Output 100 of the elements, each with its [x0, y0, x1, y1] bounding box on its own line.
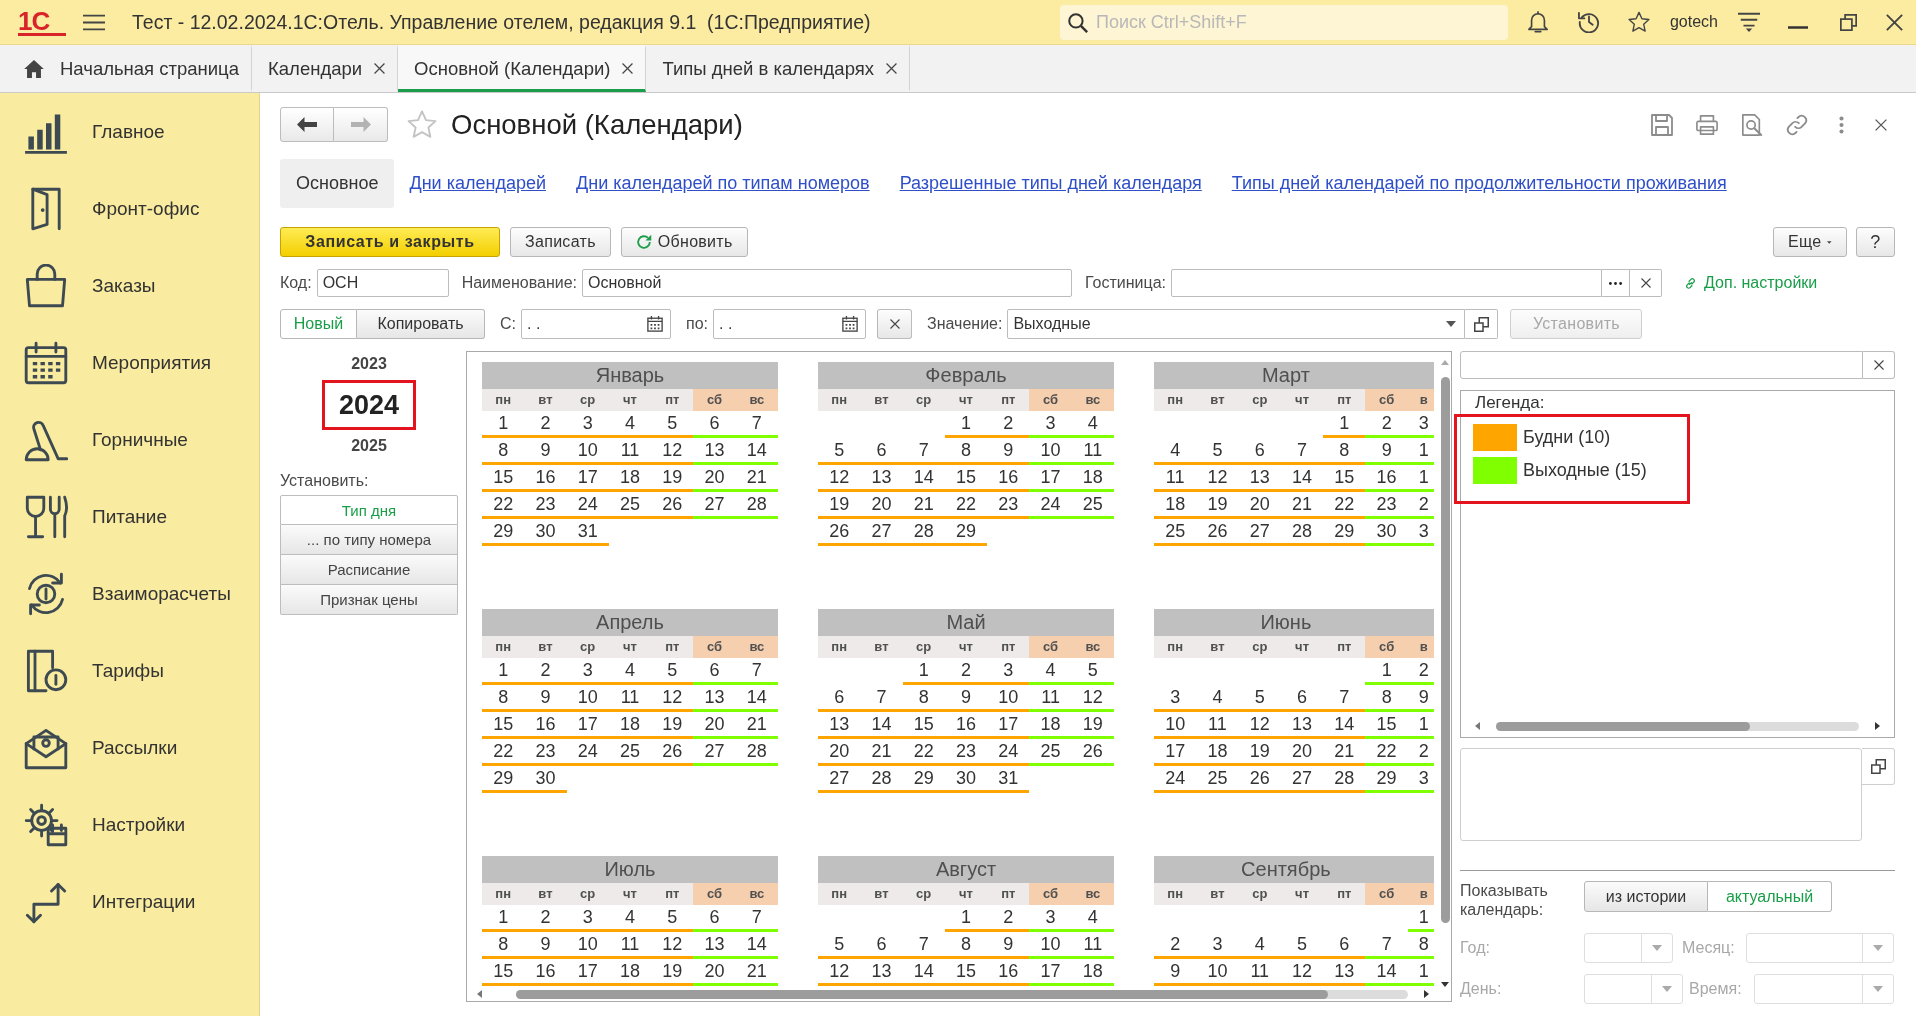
- day-cell[interactable]: 16: [987, 465, 1030, 492]
- day-cell[interactable]: 10: [1029, 438, 1072, 465]
- day-cell[interactable]: 20: [693, 465, 736, 492]
- more-icon[interactable]: [1839, 115, 1844, 134]
- choice-field[interactable]: [1171, 269, 1603, 297]
- day-cell[interactable]: 1: [1323, 411, 1366, 438]
- more-button[interactable]: Еще: [1773, 227, 1847, 257]
- clear-button[interactable]: [877, 309, 912, 339]
- day-cell[interactable]: 15: [944, 959, 988, 986]
- day-cell[interactable]: 28: [735, 492, 778, 519]
- day-cell[interactable]: 20: [693, 959, 736, 986]
- day-cell[interactable]: 25: [608, 739, 652, 766]
- day-cell[interactable]: 20: [1280, 739, 1324, 766]
- day-cell[interactable]: 22: [1323, 492, 1366, 519]
- date-field[interactable]: . .: [521, 309, 671, 339]
- day-cell[interactable]: 13: [693, 438, 736, 465]
- day-cell[interactable]: 18: [608, 959, 652, 986]
- day-cell[interactable]: 3: [987, 658, 1030, 685]
- options-menu-icon[interactable]: [1738, 11, 1760, 33]
- day-cell[interactable]: 1: [482, 658, 525, 685]
- day-cell[interactable]: 9: [524, 685, 567, 712]
- search-field[interactable]: Поиск Ctrl+Shift+F: [1059, 4, 1508, 40]
- sidebar-item[interactable]: Горничные: [0, 401, 259, 478]
- day-cell[interactable]: 24: [566, 739, 609, 766]
- set-button[interactable]: Признак цены: [280, 585, 458, 615]
- day-cell[interactable]: 12: [651, 438, 694, 465]
- day-cell[interactable]: 3: [566, 411, 609, 438]
- day-cell[interactable]: 2: [524, 411, 567, 438]
- day-cell[interactable]: 25: [1029, 739, 1072, 766]
- day-cell[interactable]: 13: [1323, 959, 1366, 986]
- sidebar-item[interactable]: Питание: [0, 478, 259, 555]
- day-cell[interactable]: 20: [1238, 492, 1281, 519]
- day-cell[interactable]: 17: [1029, 465, 1072, 492]
- day-cell[interactable]: 2: [944, 658, 988, 685]
- close-icon[interactable]: [622, 63, 634, 74]
- day-cell[interactable]: 10: [566, 932, 609, 959]
- day-cell[interactable]: 27: [693, 492, 736, 519]
- day-cell[interactable]: 3: [1029, 905, 1072, 932]
- day-cell[interactable]: 26: [1196, 519, 1239, 546]
- menu-icon[interactable]: [83, 13, 105, 31]
- day-cell[interactable]: 1: [482, 905, 525, 932]
- day-cell[interactable]: 1: [482, 411, 525, 438]
- day-cell[interactable]: 15: [902, 712, 945, 739]
- day-cell[interactable]: 22: [482, 739, 525, 766]
- day-cell[interactable]: 18: [1196, 739, 1239, 766]
- close-icon[interactable]: [1875, 118, 1887, 131]
- filter-field[interactable]: [1460, 351, 1863, 379]
- day-cell[interactable]: 18: [608, 465, 652, 492]
- day-cell[interactable]: 30: [944, 766, 988, 793]
- day-cell[interactable]: 15: [482, 959, 525, 986]
- day-cell[interactable]: 30: [1365, 519, 1408, 546]
- day-cell[interactable]: 19: [651, 959, 694, 986]
- history-icon[interactable]: [1577, 11, 1600, 33]
- day-cell[interactable]: 22: [482, 492, 525, 519]
- sidebar-item[interactable]: Фронт-офис: [0, 170, 259, 247]
- day-cell[interactable]: 10: [1154, 712, 1197, 739]
- day-cell[interactable]: 10: [1029, 932, 1072, 959]
- help-button[interactable]: ?: [1856, 227, 1895, 257]
- day-cell[interactable]: 29: [944, 519, 988, 546]
- day-cell[interactable]: 7: [902, 932, 945, 959]
- sidebar-item[interactable]: Интеграции: [0, 863, 259, 940]
- day-cell[interactable]: 24: [987, 739, 1030, 766]
- day-cell[interactable]: 7: [902, 438, 945, 465]
- day-cell[interactable]: 16: [987, 959, 1030, 986]
- day-cell[interactable]: 8: [482, 685, 525, 712]
- day-cell[interactable]: 2: [524, 658, 567, 685]
- minimize-icon[interactable]: [1788, 25, 1808, 29]
- tab[interactable]: Типы дней в календарях: [646, 45, 910, 92]
- day-cell[interactable]: 6: [693, 411, 736, 438]
- sidebar-item[interactable]: Главное: [0, 93, 259, 170]
- day-cell[interactable]: 18: [1071, 465, 1114, 492]
- calendar-icon[interactable]: [842, 316, 858, 332]
- day-cell[interactable]: 1: [1407, 438, 1434, 465]
- mode-button[interactable]: Новый: [280, 309, 357, 339]
- close-icon[interactable]: [886, 63, 897, 74]
- day-cell[interactable]: 2: [987, 905, 1030, 932]
- day-cell[interactable]: 19: [651, 712, 694, 739]
- day-cell[interactable]: 6: [1323, 932, 1366, 959]
- day-cell[interactable]: 4: [1238, 932, 1281, 959]
- day-cell[interactable]: 24: [566, 492, 609, 519]
- day-cell[interactable]: 12: [651, 932, 694, 959]
- day-cell[interactable]: 27: [860, 519, 903, 546]
- day-cell[interactable]: 26: [651, 492, 694, 519]
- day-cell[interactable]: 17: [566, 465, 609, 492]
- day-cell[interactable]: 21: [735, 465, 778, 492]
- day-cell[interactable]: 6: [693, 905, 736, 932]
- day-cell[interactable]: 17: [566, 959, 609, 986]
- day-cell[interactable]: 17: [1154, 739, 1197, 766]
- day-cell[interactable]: 26: [1071, 739, 1114, 766]
- day-cell[interactable]: 10: [1196, 959, 1239, 986]
- day-cell[interactable]: 12: [1196, 465, 1239, 492]
- day-cell[interactable]: 10: [566, 685, 609, 712]
- day-cell[interactable]: 13: [693, 685, 736, 712]
- day-cell[interactable]: 1: [1407, 959, 1434, 986]
- day-cell[interactable]: 6: [860, 438, 903, 465]
- day-cell[interactable]: 9: [1407, 685, 1434, 712]
- calendar-icon[interactable]: [647, 316, 663, 332]
- sidebar-item[interactable]: Настройки: [0, 786, 259, 863]
- sidebar-item[interactable]: Заказы: [0, 247, 259, 324]
- year-item[interactable]: 2024: [322, 380, 416, 430]
